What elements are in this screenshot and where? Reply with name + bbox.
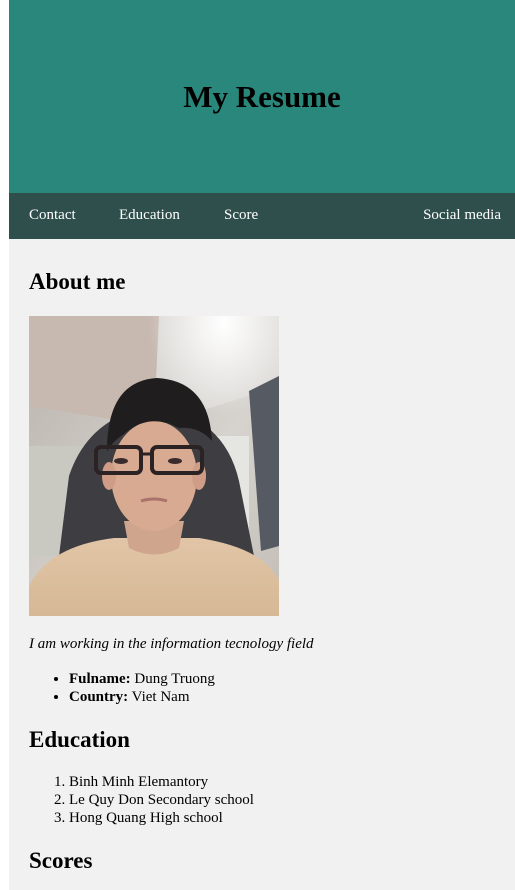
nav-link-contact[interactable]: Contact	[29, 207, 76, 224]
top-navbar: Contact Education Score Social media	[9, 193, 515, 239]
resume-page: My Resume Contact Education Score Social…	[9, 0, 515, 890]
nav-link-education[interactable]: Education	[119, 207, 180, 224]
site-header: My Resume	[9, 0, 515, 193]
nav-link-social-media[interactable]: Social media	[423, 207, 501, 224]
country-item: Country: Viet Nam	[69, 688, 215, 706]
country-value: Viet Nam	[128, 689, 190, 705]
list-item: Le Quy Don Secondary school	[69, 791, 254, 809]
page-title: My Resume	[183, 78, 341, 114]
country-label: Country:	[69, 689, 129, 705]
fullname-label: Fulname:	[69, 671, 131, 687]
scores-heading: Scores	[29, 848, 93, 873]
about-tagline: I am working in the information tecnolog…	[29, 636, 314, 652]
list-item: Binh Minh Elemantory	[69, 773, 254, 791]
education-heading: Education	[29, 727, 130, 752]
nav-link-score[interactable]: Score	[224, 207, 258, 224]
fullname-value: Dung Truong	[130, 671, 215, 687]
about-me-heading: About me	[29, 269, 126, 294]
personal-info-list: Fulname: Dung Truong Country: Viet Nam	[29, 670, 215, 706]
education-list: Binh Minh Elemantory Le Quy Don Secondar…	[29, 773, 254, 827]
fullname-item: Fulname: Dung Truong	[69, 670, 215, 688]
list-item: Hong Quang High school	[69, 809, 254, 827]
profile-photo	[29, 316, 279, 616]
